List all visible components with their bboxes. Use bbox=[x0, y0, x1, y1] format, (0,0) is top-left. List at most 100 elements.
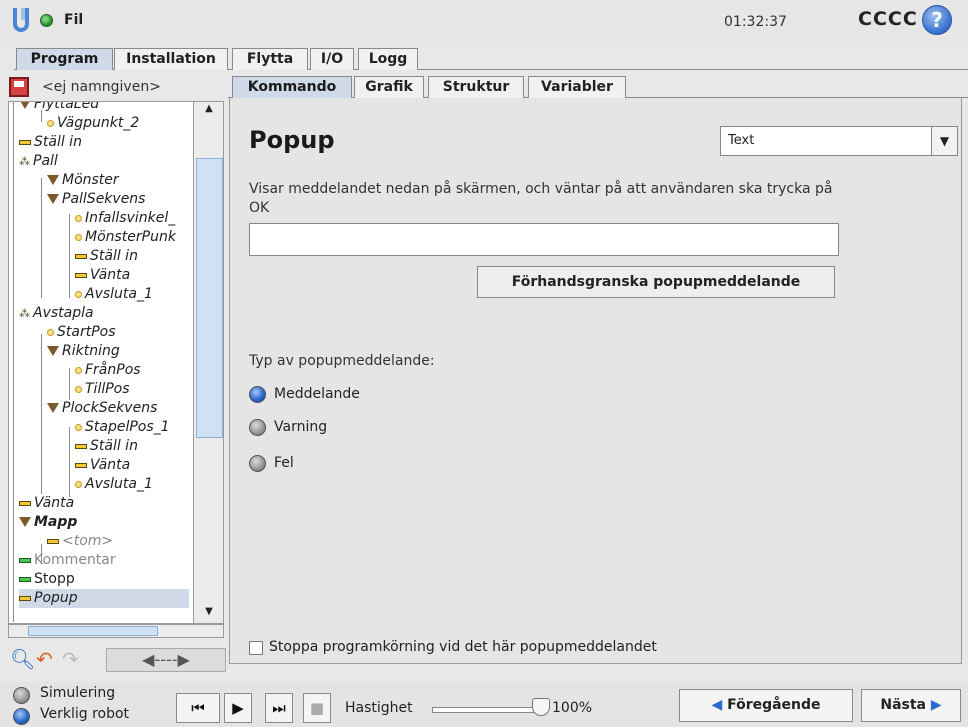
set-icon bbox=[75, 253, 87, 259]
popup-message-input[interactable] bbox=[249, 223, 839, 256]
skip-back-icon[interactable]: ⏮ bbox=[176, 693, 220, 723]
move-triangle-icon bbox=[47, 194, 59, 204]
real-robot-radio[interactable] bbox=[13, 708, 30, 725]
set-icon bbox=[75, 443, 87, 449]
set-icon bbox=[19, 139, 31, 145]
next-button[interactable]: Nästa ▶ bbox=[861, 689, 961, 722]
waypoint-icon bbox=[75, 385, 82, 393]
comment-icon bbox=[19, 557, 31, 563]
tree-node-pall[interactable]: ⁂ Pall bbox=[19, 152, 58, 171]
tree-node-stall-in-3[interactable]: Ställ in bbox=[75, 437, 138, 456]
empty-icon bbox=[47, 538, 59, 544]
move-node-button[interactable]: ◀----▶ bbox=[106, 648, 226, 672]
redo-icon[interactable]: ↷ bbox=[62, 648, 86, 672]
tree-node-vanta-3[interactable]: Vänta bbox=[19, 494, 74, 513]
robot-name: CCCC bbox=[858, 8, 918, 30]
tree-node-tom[interactable]: <tom> bbox=[47, 532, 113, 551]
radio-fel[interactable] bbox=[249, 455, 266, 472]
program-tree[interactable]: FlyttaLed Vägpunkt_2 Ställ in ⁂ Pall Möns… bbox=[8, 101, 194, 624]
file-menu[interactable]: Fil bbox=[64, 12, 83, 28]
tree-node-infallsvinkel[interactable]: Infallsvinkel_ bbox=[75, 209, 175, 228]
tab-struktur[interactable]: Struktur bbox=[428, 76, 524, 98]
tree-node-stopp[interactable]: Stopp bbox=[19, 570, 75, 589]
folder-triangle-icon bbox=[19, 517, 31, 527]
simulation-radio[interactable] bbox=[13, 687, 30, 704]
search-icon[interactable]: 🔍︎ bbox=[10, 648, 35, 672]
tab-program[interactable]: Program bbox=[16, 48, 113, 70]
play-icon[interactable]: ▶ bbox=[224, 693, 252, 723]
tree-node-flyttaled[interactable]: FlyttaLed bbox=[19, 102, 99, 114]
tree-node-avstapla[interactable]: ⁂ Avstapla bbox=[19, 304, 94, 323]
radio-meddelande-label: Meddelande bbox=[274, 386, 360, 402]
tree-node-mapp[interactable]: Mapp bbox=[19, 513, 77, 532]
simulation-label: Simulering bbox=[40, 685, 116, 701]
tree-node-pallsekvens[interactable]: PallSekvens bbox=[47, 190, 145, 209]
tree-node-vanta-2[interactable]: Vänta bbox=[75, 456, 130, 475]
speed-slider-handle[interactable] bbox=[532, 698, 550, 716]
step-icon[interactable]: ⏭ bbox=[265, 693, 293, 723]
robot-status-icon bbox=[40, 14, 53, 27]
tree-node-franpos[interactable]: FrånPos bbox=[75, 361, 141, 380]
tab-grafik[interactable]: Grafik bbox=[354, 76, 424, 98]
tree-node-monsterpunk[interactable]: MönsterPunk bbox=[75, 228, 176, 247]
wait-icon bbox=[19, 500, 31, 506]
chevron-down-icon[interactable]: ▼ bbox=[931, 127, 957, 155]
tree-node-startpos[interactable]: StartPos bbox=[47, 323, 116, 342]
undo-icon[interactable]: ↶ bbox=[36, 648, 60, 672]
program-name: <ej namngiven> bbox=[42, 79, 161, 95]
tab-flytta[interactable]: Flytta bbox=[232, 48, 308, 70]
arrow-left-icon: ◀ bbox=[711, 697, 728, 713]
radio-varning[interactable] bbox=[249, 419, 266, 436]
tree-node-stall-in[interactable]: Ställ in bbox=[19, 133, 82, 152]
ur-logo-icon bbox=[13, 8, 29, 32]
move-triangle-icon bbox=[19, 102, 31, 109]
popup-text-select[interactable] bbox=[720, 126, 958, 156]
tab-kommando[interactable]: Kommando bbox=[232, 76, 352, 98]
tab-io[interactable]: I/O bbox=[310, 48, 354, 70]
waypoint-icon bbox=[75, 233, 82, 241]
speed-slider[interactable] bbox=[432, 707, 542, 713]
pallet-icon: ⁂ bbox=[19, 307, 30, 320]
save-icon[interactable] bbox=[9, 77, 29, 97]
wait-icon bbox=[75, 272, 87, 278]
waypoint-icon bbox=[47, 328, 54, 336]
tree-node-stall-in-2[interactable]: Ställ in bbox=[75, 247, 138, 266]
radio-varning-label: Varning bbox=[274, 419, 328, 435]
waypoint-icon bbox=[47, 119, 54, 127]
preview-popup-button[interactable]: Förhandsgranska popupmeddelande bbox=[477, 266, 835, 298]
tree-node-riktning[interactable]: Riktning bbox=[47, 342, 120, 361]
tree-node-avsluta[interactable]: Avsluta_1 bbox=[75, 285, 153, 304]
waypoint-icon bbox=[75, 423, 82, 431]
pallet-icon: ⁂ bbox=[19, 155, 30, 168]
page-title: Popup bbox=[249, 126, 335, 154]
tree-node-monster[interactable]: Mönster bbox=[47, 171, 119, 190]
speed-value: 100% bbox=[552, 700, 593, 716]
stop-program-label: Stoppa programkörning vid det här popupm… bbox=[269, 639, 657, 655]
move-triangle-icon bbox=[47, 346, 59, 356]
tree-node-tillpos[interactable]: TillPos bbox=[75, 380, 130, 399]
scroll-up-icon[interactable]: ▲ bbox=[194, 103, 224, 121]
tree-node-stapelpos[interactable]: StapelPos_1 bbox=[75, 418, 170, 437]
stop-program-checkbox[interactable] bbox=[249, 641, 263, 655]
help-icon[interactable]: ? bbox=[922, 5, 952, 35]
tree-scroll-thumb[interactable] bbox=[196, 158, 223, 438]
previous-button[interactable]: ◀ Föregående bbox=[679, 689, 853, 722]
tree-node-avsluta-2[interactable]: Avsluta_1 bbox=[75, 475, 153, 494]
radio-fel-label: Fel bbox=[274, 455, 294, 471]
tree-horizontal-scroll-thumb[interactable] bbox=[28, 626, 158, 636]
tree-node-kommentar[interactable]: Kommentar bbox=[19, 551, 116, 570]
tree-node-vanta[interactable]: Vänta bbox=[75, 266, 130, 285]
stop-icon[interactable]: ■ bbox=[303, 693, 331, 723]
tree-node-popup[interactable]: Popup bbox=[19, 589, 189, 608]
tab-variabler[interactable]: Variabler bbox=[528, 76, 626, 98]
move-triangle-icon bbox=[47, 403, 59, 413]
tab-logg[interactable]: Logg bbox=[358, 48, 418, 70]
tree-node-vagpunkt2[interactable]: Vägpunkt_2 bbox=[47, 114, 139, 133]
stop-icon bbox=[19, 576, 31, 582]
tree-node-plocksekvens[interactable]: PlockSekvens bbox=[47, 399, 157, 418]
scroll-down-icon[interactable]: ▼ bbox=[194, 606, 224, 624]
tab-installation[interactable]: Installation bbox=[114, 48, 228, 70]
radio-meddelande[interactable] bbox=[249, 386, 266, 403]
speed-label: Hastighet bbox=[345, 700, 413, 716]
real-robot-label: Verklig robot bbox=[40, 706, 130, 722]
